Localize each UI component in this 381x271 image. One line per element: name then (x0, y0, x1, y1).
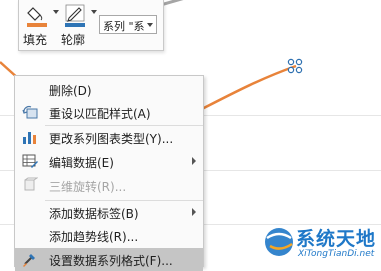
bar-chart-icon (23, 132, 36, 144)
menu-item-change-chart-type[interactable]: 更改系列图表类型(Y)... (15, 126, 203, 149)
menu-item-add-trendline[interactable]: 添加趋势线(R)... (15, 224, 203, 247)
menu-item-label: 重设以匹配样式(A) (49, 107, 151, 121)
outline-label: 轮廓 (61, 33, 86, 47)
menu-item-3d-rotation: 三维旋转(R)... (15, 174, 203, 197)
submenu-arrow-icon (192, 157, 196, 165)
watermark-globe-icon (265, 228, 293, 256)
series-select-value: 系列 "系 (103, 20, 145, 33)
menu-item-label: 更改系列图表类型(Y)... (49, 132, 174, 146)
pen-outline-icon (65, 4, 85, 27)
menu-item-label: 三维旋转(R)... (49, 180, 127, 194)
paint-bucket-icon (27, 7, 47, 27)
watermark-logo: 系统天地 XiTongTianDi.net (262, 218, 381, 267)
menu-item-label: 添加数据标签(B) (49, 207, 139, 221)
mini-toolbar: 填充 轮廓 系列 "系 (18, 0, 164, 51)
submenu-arrow-icon (192, 208, 196, 216)
menu-item-label: 编辑数据(E) (49, 156, 114, 170)
watermark-url: XiTongTianDi.net (298, 249, 375, 259)
menu-item-add-data-labels[interactable]: 添加数据标签(B) (15, 201, 203, 224)
edit-data-icon (22, 154, 38, 168)
format-series-icon (23, 254, 35, 267)
watermark-text: 系统天地 (296, 228, 377, 250)
fill-button[interactable]: 填充 (21, 0, 59, 50)
menu-item-delete[interactable]: 删除(D) (15, 78, 203, 101)
menu-item-format-data-series[interactable]: 设置数据系列格式(F)... (15, 248, 203, 271)
menu-item-label: 设置数据系列格式(F)... (49, 254, 173, 268)
outline-dropdown-icon[interactable] (91, 10, 97, 14)
3d-rotation-icon (24, 177, 38, 191)
fill-label: 填充 (23, 33, 48, 47)
chevron-down-icon[interactable] (147, 23, 153, 27)
context-menu: 删除(D) 重设以匹配样式(A) 更改系列图表类型(Y)... 编辑数据(E) (14, 75, 204, 271)
reset-style-icon (22, 105, 38, 119)
menu-item-reset-style[interactable]: 重设以匹配样式(A) (15, 101, 203, 124)
orange-series-line[interactable] (199, 64, 297, 112)
series-select[interactable]: 系列 "系 (99, 15, 157, 34)
menu-item-edit-data[interactable]: 编辑数据(E) (15, 150, 203, 173)
menu-item-label: 添加趋势线(R)... (49, 230, 139, 244)
outline-button[interactable]: 轮廓 (59, 0, 97, 50)
menu-item-label: 删除(D) (49, 84, 92, 98)
